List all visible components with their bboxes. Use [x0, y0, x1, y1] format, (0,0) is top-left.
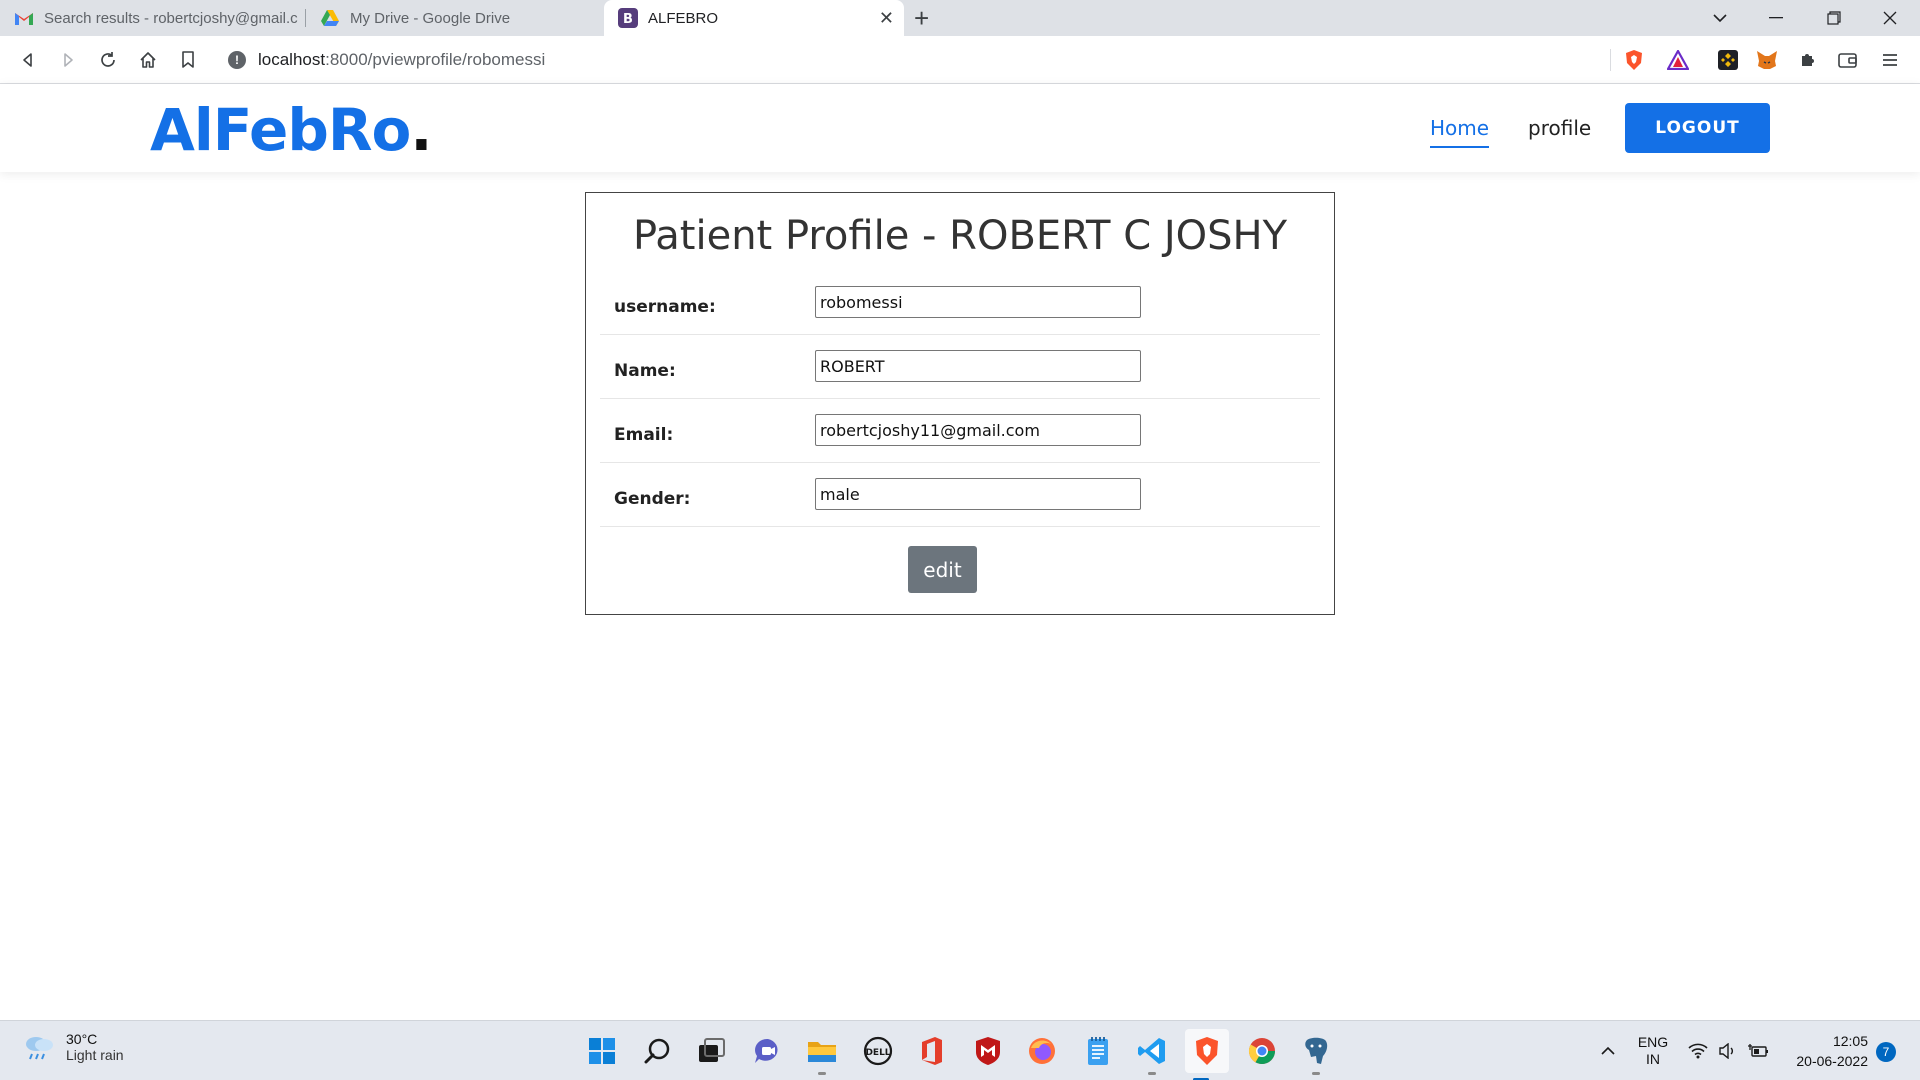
rain-cloud-icon [26, 1037, 53, 1060]
site-logo[interactable]: AlFebRo. [150, 96, 432, 164]
username-field[interactable] [815, 286, 1141, 318]
tab-alfebro[interactable]: B ALFEBRO ✕ [604, 0, 904, 36]
close-tab-icon[interactable]: ✕ [879, 8, 894, 28]
chrome-icon[interactable] [1246, 1035, 1278, 1067]
url-path: :8000/pviewprofile/robomessi [325, 50, 546, 69]
tab-search-chevron-icon[interactable] [1692, 0, 1748, 36]
brave-taskbar-icon[interactable] [1185, 1029, 1229, 1080]
bootstrap-icon: B [618, 8, 638, 28]
forward-icon[interactable] [56, 48, 80, 72]
file-explorer-icon[interactable] [806, 1035, 838, 1075]
menu-hamburger-icon[interactable] [1878, 48, 1902, 72]
google-drive-icon [320, 8, 340, 28]
logout-button[interactable]: LOGOUT [1625, 103, 1770, 153]
profile-row-gender: Gender: [600, 463, 1320, 527]
wallet-icon[interactable] [1836, 48, 1860, 72]
weather-widget[interactable]: 30°C Light rain [22, 1031, 124, 1063]
firefox-icon[interactable] [1026, 1035, 1058, 1067]
metamask-icon[interactable] [1755, 48, 1779, 72]
patient-profile-card: Patient Profile - ROBERT C JOSHY usernam… [585, 192, 1335, 615]
tab-gmail[interactable]: Search results - robertcjoshy@gmail.c [0, 0, 305, 36]
browser-tab-strip: Search results - robertcjoshy@gmail.c My… [0, 0, 1920, 36]
field-label: Email: [614, 425, 674, 445]
notification-badge[interactable]: 7 [1876, 1042, 1896, 1062]
url-host: localhost [258, 50, 326, 69]
profile-row-username: username: [600, 271, 1320, 335]
volume-icon[interactable] [1718, 1021, 1738, 1080]
back-icon[interactable] [16, 48, 40, 72]
show-hidden-icons-chevron-icon[interactable] [1600, 1021, 1616, 1080]
svg-text:B: B [623, 12, 633, 27]
browser-toolbar: ! localhost:8000/pviewprofile/robomessi [0, 36, 1920, 84]
extensions-puzzle-icon[interactable] [1796, 48, 1820, 72]
language-code: ENG [1637, 1034, 1669, 1050]
office-icon[interactable] [916, 1035, 948, 1067]
wifi-icon[interactable] [1688, 1021, 1708, 1080]
search-icon[interactable] [642, 1035, 674, 1067]
profile-row-name: Name: [600, 335, 1320, 399]
reload-icon[interactable] [96, 48, 120, 72]
site-info-icon[interactable]: ! [228, 51, 246, 69]
site-header: AlFebRo. Home profile LOGOUT [0, 84, 1920, 172]
windows-taskbar: 30°C Light rain DELL ENG IN 12:05 20-06-… [0, 1020, 1920, 1080]
edit-button[interactable]: edit [908, 546, 977, 593]
tab-google-drive[interactable]: My Drive - Google Drive [306, 0, 602, 36]
svg-text:DELL: DELL [865, 1048, 890, 1058]
teams-chat-icon[interactable] [752, 1035, 784, 1067]
address-url: localhost:8000/pviewprofile/robomessi [258, 50, 545, 70]
dell-icon[interactable]: DELL [862, 1035, 894, 1067]
brave-rewards-icon[interactable] [1666, 48, 1690, 72]
logo-dot: . [410, 96, 432, 164]
gmail-icon [14, 8, 34, 28]
weather-temperature: 30°C [66, 1031, 98, 1047]
language-indicator[interactable]: ENG IN [1636, 1021, 1670, 1080]
address-bar[interactable]: ! localhost:8000/pviewprofile/robomessi [216, 43, 1698, 77]
weather-description: Light rain [66, 1047, 124, 1063]
clock-date: 20-06-2022 [1796, 1053, 1868, 1069]
start-windows-icon[interactable] [586, 1035, 618, 1067]
nav-home-link[interactable]: Home [1430, 116, 1490, 148]
battery-icon[interactable] [1748, 1021, 1770, 1080]
new-tab-plus-icon[interactable]: + [914, 4, 929, 32]
bookmark-icon[interactable] [176, 48, 200, 72]
home-icon[interactable] [136, 48, 160, 72]
logo-text: AlFebRo [150, 96, 411, 164]
field-label: Name: [614, 361, 676, 381]
region-code: IN [1646, 1051, 1660, 1067]
page-title: Patient Profile - ROBERT C JOSHY [632, 213, 1288, 259]
vscode-icon[interactable] [1136, 1035, 1168, 1075]
tab-title: ALFEBRO [648, 9, 719, 27]
field-label: username: [614, 297, 716, 317]
nav-profile-link[interactable]: profile [1528, 116, 1591, 140]
email-field[interactable] [815, 414, 1141, 446]
mcafee-icon[interactable] [972, 1035, 1004, 1067]
restore-icon[interactable] [1806, 0, 1862, 36]
tab-title: My Drive - Google Drive [350, 9, 511, 27]
field-label: Gender: [614, 489, 691, 509]
name-field[interactable] [815, 350, 1141, 382]
profile-row-email: Email: [600, 399, 1320, 463]
brave-shields-icon[interactable] [1622, 48, 1646, 72]
clock-time: 12:05 [1832, 1033, 1868, 1049]
tab-title: Search results - robertcjoshy@gmail.c [44, 9, 298, 27]
toolbar-divider [1610, 49, 1611, 71]
system-clock[interactable]: 12:05 20-06-2022 [1784, 1031, 1868, 1071]
minimize-icon[interactable] [1748, 0, 1804, 36]
binance-wallet-icon[interactable] [1716, 48, 1740, 72]
gender-field[interactable] [815, 478, 1141, 510]
task-view-icon[interactable] [696, 1035, 728, 1067]
postgresql-icon[interactable] [1300, 1035, 1332, 1075]
close-window-icon[interactable] [1862, 0, 1918, 36]
notepad-icon[interactable] [1082, 1035, 1114, 1067]
